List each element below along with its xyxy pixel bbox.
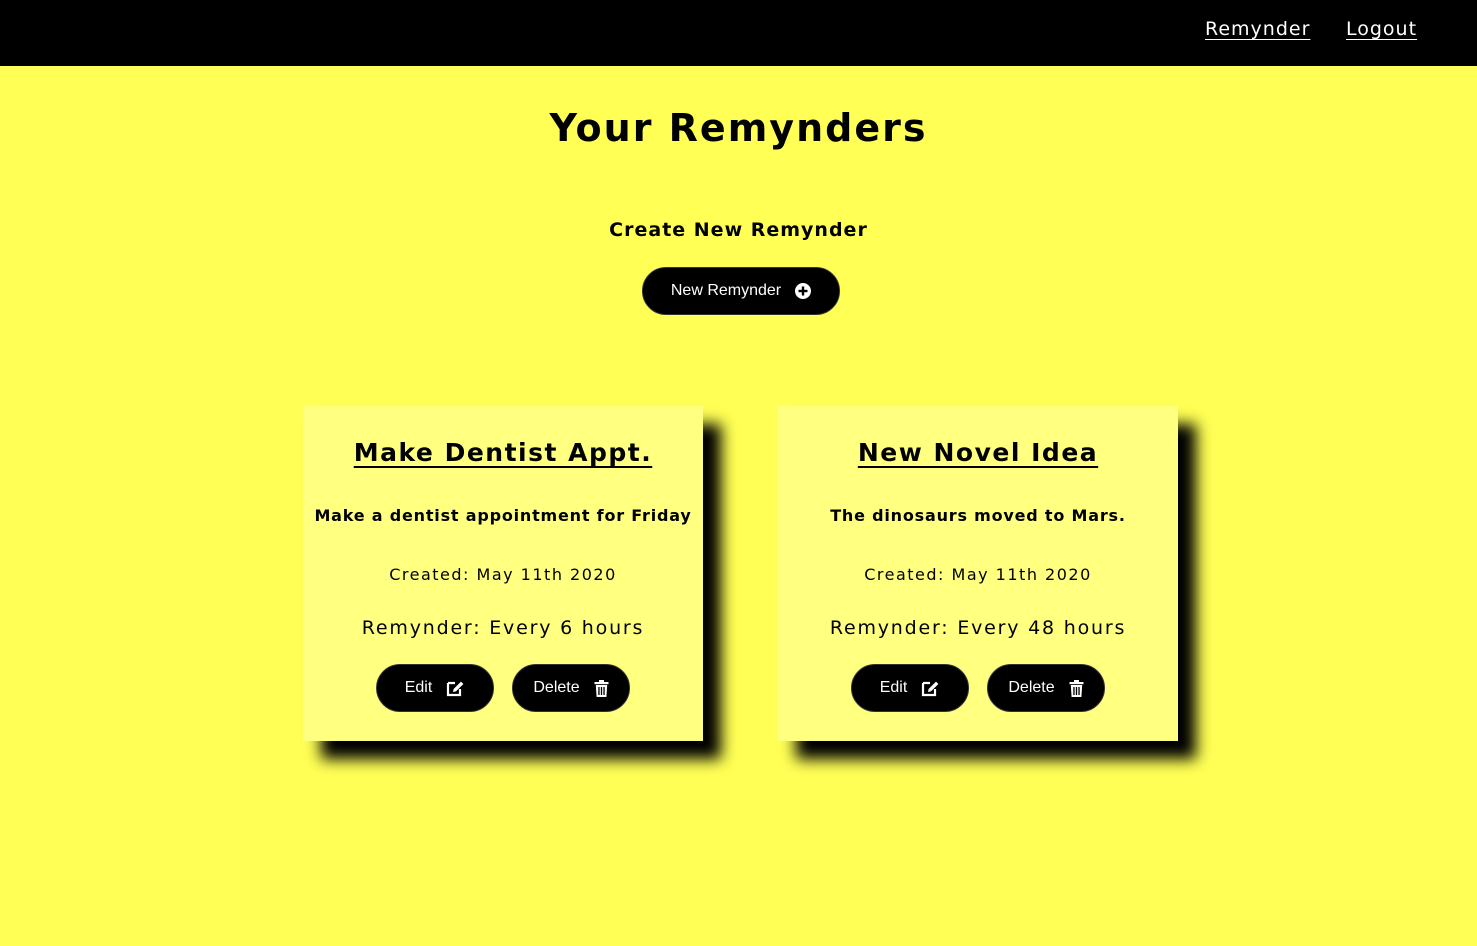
trash-icon — [594, 679, 609, 697]
create-new-label: Create New Remynder — [609, 219, 868, 241]
card-created-date: Created: May 11th 2020 — [864, 565, 1092, 584]
new-remynder-button-label: New Remynder — [670, 282, 782, 299]
edit-button[interactable]: Edit — [376, 664, 494, 712]
trash-icon — [1069, 679, 1084, 697]
plus-circle-icon — [795, 283, 812, 299]
edit-icon — [446, 680, 465, 697]
new-remynder-button[interactable]: New Remynder — [642, 267, 840, 315]
delete-button-label: Delete — [533, 679, 580, 696]
delete-button-label: Delete — [1008, 679, 1055, 696]
delete-button[interactable]: Delete — [512, 664, 630, 712]
card-title[interactable]: Make Dentist Appt. — [303, 438, 703, 467]
delete-button[interactable]: Delete — [987, 664, 1105, 712]
navbar: Remynder Logout — [0, 0, 1477, 66]
card-body: The dinosaurs moved to Mars. — [830, 506, 1126, 525]
nav-link-remynder[interactable]: Remynder — [1205, 18, 1310, 40]
edit-button-label: Edit — [879, 679, 908, 696]
edit-button-label: Edit — [404, 679, 433, 696]
remynder-card: New Novel Idea The dinosaurs moved to Ma… — [778, 406, 1178, 741]
card-created-date: Created: May 11th 2020 — [389, 565, 617, 584]
card-interval: Remynder: Every 6 hours — [361, 617, 645, 639]
card-body: Make a dentist appointment for Friday — [314, 506, 692, 525]
remynder-card: Make Dentist Appt. Make a dentist appoin… — [303, 406, 703, 741]
nav-link-logout[interactable]: Logout — [1346, 18, 1417, 40]
card-interval: Remynder: Every 48 hours — [829, 617, 1127, 639]
card-title[interactable]: New Novel Idea — [778, 438, 1178, 467]
edit-button[interactable]: Edit — [851, 664, 969, 712]
edit-icon — [921, 680, 940, 697]
page-title: Your Remynders — [549, 106, 928, 150]
